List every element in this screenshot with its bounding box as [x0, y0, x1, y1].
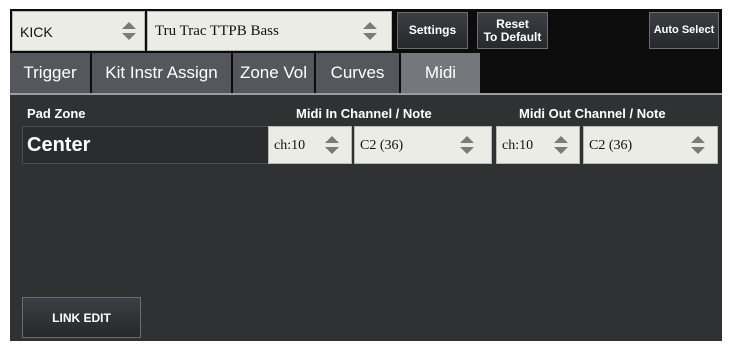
- tab-label: Curves: [330, 63, 385, 82]
- kit-select-value: KICK: [20, 24, 53, 40]
- kit-select[interactable]: KICK: [12, 11, 145, 51]
- instrument-select-value: Tru Trac TTPB Bass: [155, 23, 279, 39]
- tab-kit-instr-assign[interactable]: Kit Instr Assign: [92, 53, 233, 93]
- settings-button[interactable]: Settings: [397, 12, 468, 49]
- up-down-spinner-icon[interactable]: [325, 136, 339, 154]
- midi-in-note-select[interactable]: C2 (36): [354, 126, 492, 164]
- midi-out-note-value: C2 (36): [589, 138, 633, 153]
- reset-label-line1: Reset: [496, 16, 529, 31]
- reset-to-default-button[interactable]: Reset To Default: [477, 12, 548, 49]
- midi-in-channel-value: ch:10: [274, 138, 306, 153]
- tab-zone-vol[interactable]: Zone Vol: [233, 53, 316, 93]
- auto-select-button-label: Auto Select: [653, 24, 715, 36]
- tab-bar: Trigger Kit Instr Assign Zone Vol Curves…: [10, 53, 722, 93]
- tab-trigger[interactable]: Trigger: [10, 53, 92, 93]
- up-down-spinner-icon[interactable]: [363, 22, 377, 40]
- tab-label: Zone Vol: [239, 63, 308, 82]
- midi-in-note-value: C2 (36): [360, 138, 404, 153]
- tab-underline: [10, 93, 722, 95]
- pad-zone-header: Pad Zone: [27, 106, 86, 121]
- tab-midi[interactable]: Midi: [401, 53, 482, 93]
- instrument-select[interactable]: Tru Trac TTPB Bass: [147, 11, 392, 51]
- reset-label-line2: To Default: [483, 29, 542, 44]
- midi-settings-screen: KICK Tru Trac TTPB Bass Settings Reset T…: [10, 9, 722, 341]
- top-bar: KICK Tru Trac TTPB Bass Settings Reset T…: [10, 9, 722, 53]
- up-down-spinner-icon[interactable]: [554, 136, 568, 154]
- midi-in-channel-select[interactable]: ch:10: [268, 126, 352, 164]
- midi-out-note-select[interactable]: C2 (36): [583, 126, 718, 164]
- auto-select-button[interactable]: Auto Select: [649, 12, 719, 49]
- pad-zone-name: Center: [27, 134, 91, 156]
- tab-curves[interactable]: Curves: [316, 53, 401, 93]
- midi-out-header: Midi Out Channel / Note: [519, 106, 666, 121]
- link-edit-label: LINK EDIT: [52, 310, 111, 325]
- up-down-spinner-icon[interactable]: [122, 22, 136, 40]
- up-down-spinner-icon[interactable]: [460, 136, 474, 154]
- tab-label: Kit Instr Assign: [105, 63, 218, 82]
- tab-label: Midi: [424, 63, 457, 82]
- settings-button-label: Settings: [408, 23, 457, 37]
- pad-zone-cell: Center: [22, 126, 270, 164]
- up-down-spinner-icon[interactable]: [691, 136, 705, 154]
- midi-out-channel-select[interactable]: ch:10: [496, 126, 580, 164]
- midi-out-channel-value: ch:10: [502, 138, 534, 153]
- link-edit-button[interactable]: LINK EDIT: [22, 297, 141, 338]
- midi-in-header: Midi In Channel / Note: [296, 106, 432, 121]
- tab-label: Trigger: [23, 63, 77, 82]
